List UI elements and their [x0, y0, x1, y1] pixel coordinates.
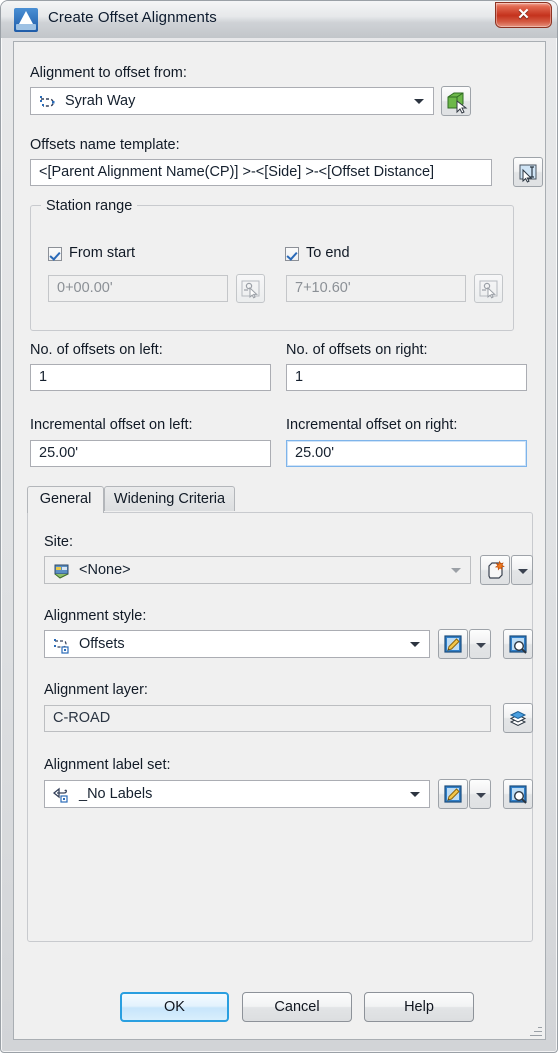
- chevron-down-icon: [476, 643, 486, 648]
- pick-station-icon: [237, 275, 264, 302]
- offsets-right-input[interactable]: 1: [286, 364, 527, 391]
- alignment-style-label: Alignment style:: [44, 608, 147, 624]
- close-button[interactable]: ✕: [495, 2, 552, 28]
- increment-left-label: Incremental offset on left:: [30, 417, 193, 433]
- name-template-edit-icon: [514, 158, 542, 186]
- edit-pencil-icon: [439, 630, 467, 658]
- pick-station-icon: [475, 275, 502, 302]
- alignment-icon: [38, 92, 58, 112]
- help-button[interactable]: Help: [364, 992, 474, 1022]
- chevron-down-icon: [410, 792, 420, 797]
- offsets-right-label: No. of offsets on right:: [286, 342, 428, 358]
- chevron-down-icon: [414, 99, 424, 104]
- to-end-label: To end: [306, 245, 350, 261]
- checkbox-checked-icon: [285, 247, 299, 261]
- dialog-window: Create Offset Alignments ✕ Alignment to …: [0, 0, 558, 1053]
- from-start-label: From start: [69, 245, 136, 261]
- tab-widening-criteria[interactable]: Widening Criteria: [104, 486, 235, 511]
- preview-magnifier-icon: [504, 630, 532, 658]
- name-template-edit-button[interactable]: [513, 157, 543, 187]
- alignment-layer-input: C-ROAD: [44, 705, 491, 732]
- preview-magnifier-icon: [504, 780, 532, 808]
- alignment-label-set-preview-button[interactable]: [503, 779, 533, 809]
- alignment-style-icon: [52, 635, 72, 655]
- alignment-layer-label: Alignment layer:: [44, 682, 148, 698]
- increment-right-input[interactable]: 25.00': [286, 440, 527, 467]
- pick-object-in-drawing-icon: [442, 87, 470, 115]
- station-range-title: Station range: [41, 198, 138, 214]
- site-label: Site:: [44, 534, 74, 550]
- dialog-title: Create Offset Alignments: [48, 9, 217, 26]
- offsets-name-template-input[interactable]: <[Parent Alignment Name(CP)] >-<[Side] >…: [30, 159, 492, 186]
- alignment-style-value: Offsets: [79, 636, 125, 652]
- tab-general[interactable]: General: [27, 486, 104, 513]
- cancel-button[interactable]: Cancel: [242, 992, 352, 1022]
- pick-start-station-button: [236, 274, 265, 303]
- site-combo[interactable]: <None>: [44, 556, 471, 584]
- start-station-input: 0+00.00': [48, 275, 228, 302]
- station-range-group: [30, 205, 514, 331]
- end-station-input: 7+10.60': [286, 275, 466, 302]
- close-icon: ✕: [517, 6, 530, 23]
- edit-pencil-icon: [439, 780, 467, 808]
- increment-right-label: Incremental offset on right:: [286, 417, 458, 433]
- checkbox-checked-icon: [48, 247, 62, 261]
- alignment-label-set-label: Alignment label set:: [44, 757, 171, 773]
- site-value: <None>: [79, 562, 131, 578]
- pick-end-station-button: [474, 274, 503, 303]
- alignment-style-edit-dropdown-button[interactable]: [469, 629, 491, 659]
- autodesk-a-icon: [14, 8, 38, 32]
- alignment-label-set-edit-dropdown-button[interactable]: [469, 779, 491, 809]
- new-site-dropdown-button[interactable]: [511, 555, 533, 585]
- pick-object-in-drawing-button[interactable]: [441, 86, 471, 116]
- alignment-to-offset-from-combo[interactable]: Syrah Way: [30, 87, 434, 115]
- chevron-down-icon: [410, 642, 420, 647]
- alignment-label-set-combo[interactable]: _No Labels: [44, 780, 430, 808]
- offsets-name-template-label: Offsets name template:: [30, 137, 180, 153]
- resize-grip[interactable]: [528, 1023, 542, 1037]
- alignment-label-set-edit-button[interactable]: [438, 779, 468, 809]
- site-icon: [52, 561, 72, 581]
- offsets-left-label: No. of offsets on left:: [30, 342, 163, 358]
- alignment-to-offset-from-label: Alignment to offset from:: [30, 65, 187, 81]
- ok-button[interactable]: OK: [120, 992, 229, 1022]
- alignment-layer-button[interactable]: [503, 703, 533, 733]
- chevron-down-icon: [518, 569, 528, 574]
- dialog-client-area: Alignment to offset from: Syrah Way Offs…: [13, 41, 546, 1040]
- alignment-style-combo[interactable]: Offsets: [44, 630, 430, 658]
- offsets-left-input[interactable]: 1: [30, 364, 271, 391]
- label-set-icon: [52, 785, 72, 805]
- new-site-icon: [481, 556, 509, 584]
- layers-icon: [504, 704, 532, 732]
- alignment-label-set-value: _No Labels: [79, 786, 153, 802]
- new-site-button[interactable]: [480, 555, 510, 585]
- increment-left-input[interactable]: 25.00': [30, 440, 271, 467]
- chevron-down-icon: [476, 793, 486, 798]
- alignment-style-preview-button[interactable]: [503, 629, 533, 659]
- chevron-down-icon: [451, 568, 461, 573]
- alignment-style-edit-button[interactable]: [438, 629, 468, 659]
- title-bar: Create Offset Alignments ✕: [1, 1, 557, 38]
- alignment-to-offset-from-value: Syrah Way: [65, 93, 136, 109]
